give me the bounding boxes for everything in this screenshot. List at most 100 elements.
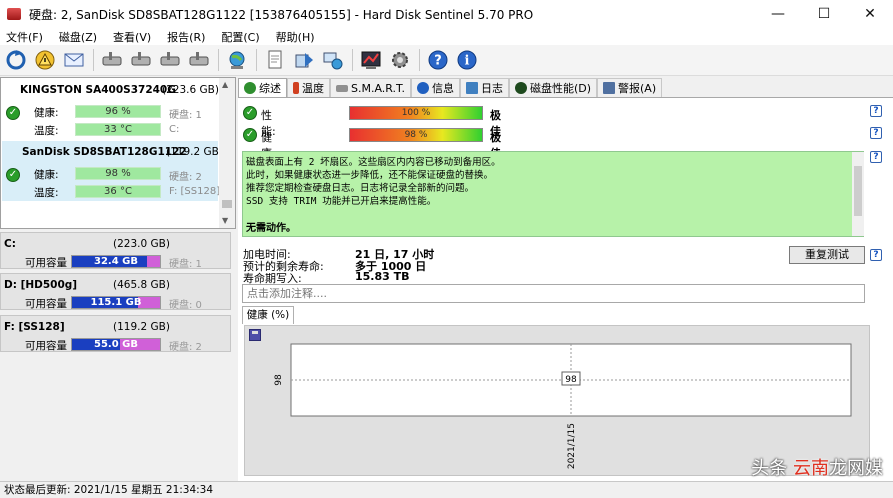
volume-size: (465.8 GB) bbox=[113, 279, 170, 291]
close-button[interactable]: ✕ bbox=[847, 0, 893, 28]
note-field[interactable] bbox=[242, 284, 865, 303]
volume-name: D: [HD500g] bbox=[4, 279, 78, 291]
disk-name: SanDisk SD8SBAT128G1122 bbox=[22, 146, 187, 158]
menu-bar: 文件(F) 磁盘(Z) 查看(V) 报告(R) 配置(C) 帮助(H) bbox=[0, 28, 893, 45]
disk-tool-icon[interactable] bbox=[187, 48, 211, 72]
menu-help[interactable]: 帮助(H) bbox=[276, 29, 315, 45]
maximize-button[interactable]: ☐ bbox=[801, 0, 847, 28]
temperature-label: 温度: bbox=[34, 125, 59, 137]
message-action: 无需动作。 bbox=[246, 223, 296, 234]
mail-icon[interactable] bbox=[62, 48, 86, 72]
menu-config[interactable]: 配置(C) bbox=[221, 29, 259, 45]
help-icon[interactable]: ? bbox=[870, 151, 882, 163]
info-icon[interactable]: i bbox=[455, 48, 479, 72]
alert-icon bbox=[603, 82, 616, 94]
watermark-text: 头条 bbox=[751, 458, 793, 479]
help-icon[interactable]: ? bbox=[870, 105, 882, 117]
disk-list: KINGSTON SA400S37240G (223.6 GB) ✓ 健康: 9… bbox=[0, 77, 236, 229]
settings-icon[interactable] bbox=[388, 48, 412, 72]
scroll-thumb[interactable] bbox=[222, 200, 232, 208]
info-icon bbox=[416, 82, 429, 94]
menu-view[interactable]: 查看(V) bbox=[113, 29, 151, 45]
status-bar: 状态最后更新: 2021/1/15 星期五 21:34:34 bbox=[0, 481, 893, 498]
disk-entry-sandisk[interactable]: SanDisk SD8SBAT128G1122 (119.2 GB) ✓ 健康:… bbox=[2, 141, 223, 201]
temperature-icon bbox=[293, 82, 299, 94]
temperature-bar: 33 °C bbox=[75, 123, 161, 136]
tab-overview[interactable]: 综述 bbox=[238, 78, 287, 97]
performance-icon bbox=[514, 82, 527, 94]
health-bar: 96 % bbox=[75, 105, 161, 118]
health-value: 98 % bbox=[404, 130, 428, 140]
tab-strip: 综述 温度 S.M.A.R.T. 信息 日志 磁盘性能(D) 警报(A) bbox=[238, 78, 893, 97]
volume-entry-c[interactable]: C: (223.0 GB) 可用容量 32.4 GB 硬盘: 1 bbox=[0, 232, 231, 270]
volume-disk: 硬盘: 2 bbox=[169, 342, 202, 353]
volume-size: (223.0 GB) bbox=[113, 238, 170, 250]
volume-disk: 硬盘: 1 bbox=[169, 259, 202, 270]
scroll-thumb[interactable] bbox=[854, 166, 862, 216]
health-label: 健康: bbox=[34, 169, 59, 181]
chart-icon[interactable] bbox=[359, 48, 383, 72]
toolbar-separator bbox=[419, 49, 420, 71]
data-label: 98 bbox=[565, 375, 577, 385]
disk-list-scrollbar[interactable]: ▲ ▼ bbox=[219, 78, 235, 228]
y-tick-label: 98 bbox=[274, 374, 284, 386]
disk-tool-icon[interactable] bbox=[100, 48, 124, 72]
network-icon[interactable] bbox=[225, 48, 249, 72]
message-line: 此时，如果健康状态进一步降低，还不能保证硬盘的替换。 bbox=[246, 170, 494, 181]
message-line: 推荐您定期检查硬盘日志。日志将记录全部新的问题。 bbox=[246, 183, 475, 194]
free-space-bar: 32.4 GB bbox=[71, 255, 161, 268]
chart-tab-health[interactable]: 健康 (%) bbox=[242, 306, 294, 324]
tab-performance[interactable]: 磁盘性能(D) bbox=[508, 78, 598, 97]
disk-size: (223.6 GB) bbox=[162, 84, 219, 96]
overview-panel: ✓ 性能: 100 % 极佳 ✓ 健康: 98 % 极佳 ? ? ? 磁盘表面上… bbox=[238, 97, 893, 481]
tab-temperature[interactable]: 温度 bbox=[287, 78, 330, 97]
menu-file[interactable]: 文件(F) bbox=[6, 29, 43, 45]
disk-number: 硬盘: 2 bbox=[169, 172, 202, 183]
title-bar: 硬盘: 2, SanDisk SD8SBAT128G1122 [15387640… bbox=[0, 0, 893, 28]
check-ok-icon: ✓ bbox=[243, 106, 257, 120]
scroll-down-icon[interactable]: ▼ bbox=[222, 216, 228, 225]
menu-report[interactable]: 报告(R) bbox=[167, 29, 205, 45]
help-icon[interactable]: ? bbox=[870, 127, 882, 139]
report-icon[interactable] bbox=[263, 48, 287, 72]
watermark: 头条 云南龙网媒 bbox=[751, 454, 883, 480]
health-label: 健康: bbox=[34, 107, 59, 119]
svg-text:?: ? bbox=[434, 54, 442, 69]
tab-smart[interactable]: S.M.A.R.T. bbox=[330, 78, 411, 97]
alert-icon[interactable] bbox=[33, 48, 57, 72]
disk-partitions: F: [SS128] bbox=[169, 186, 221, 197]
disk-send-icon[interactable] bbox=[292, 48, 316, 72]
menu-disk[interactable]: 磁盘(Z) bbox=[59, 29, 97, 45]
help-icon[interactable]: ? bbox=[870, 249, 882, 261]
note-input[interactable] bbox=[243, 285, 864, 302]
disk-size: (119.2 GB) bbox=[166, 146, 223, 158]
performance-bar: 100 % bbox=[349, 106, 483, 120]
help-icon[interactable]: ? bbox=[426, 48, 450, 72]
message-scrollbar[interactable] bbox=[852, 152, 864, 236]
free-space-label: 可用容量 bbox=[25, 257, 67, 269]
volume-entry-f[interactable]: F: [SS128] (119.2 GB) 可用容量 55.0 GB 硬盘: 2 bbox=[0, 315, 231, 353]
volume-size: (119.2 GB) bbox=[113, 321, 170, 333]
disk-entry-kingston[interactable]: KINGSTON SA400S37240G (223.6 GB) ✓ 健康: 9… bbox=[2, 79, 219, 139]
free-space-bar: 115.1 GB bbox=[71, 296, 161, 309]
watermark-text: 云南 bbox=[793, 458, 829, 479]
tab-label: 信息 bbox=[431, 82, 454, 95]
disk-tool-icon[interactable] bbox=[129, 48, 153, 72]
retest-button[interactable]: 重复测试 bbox=[789, 246, 865, 264]
tab-log[interactable]: 日志 bbox=[459, 78, 509, 97]
disk-tool-icon[interactable] bbox=[158, 48, 182, 72]
message-line: SSD 支持 TRIM 功能并已开启来提高性能。 bbox=[246, 196, 437, 207]
toolbar: ? i bbox=[0, 45, 893, 76]
smart-icon bbox=[336, 84, 348, 92]
tab-info[interactable]: 信息 bbox=[410, 78, 460, 97]
free-space-bar: 55.0 GB bbox=[71, 338, 161, 351]
tab-label: 温度 bbox=[302, 82, 324, 95]
refresh-icon[interactable] bbox=[4, 48, 28, 72]
app-icon bbox=[7, 8, 21, 20]
toolbar-separator bbox=[93, 49, 94, 71]
scroll-up-icon[interactable]: ▲ bbox=[222, 80, 228, 89]
tab-alerts[interactable]: 警报(A) bbox=[597, 78, 663, 97]
disk-network-icon[interactable] bbox=[321, 48, 345, 72]
volume-entry-d[interactable]: D: [HD500g] (465.8 GB) 可用容量 115.1 GB 硬盘:… bbox=[0, 273, 231, 311]
minimize-button[interactable]: — bbox=[755, 0, 801, 28]
